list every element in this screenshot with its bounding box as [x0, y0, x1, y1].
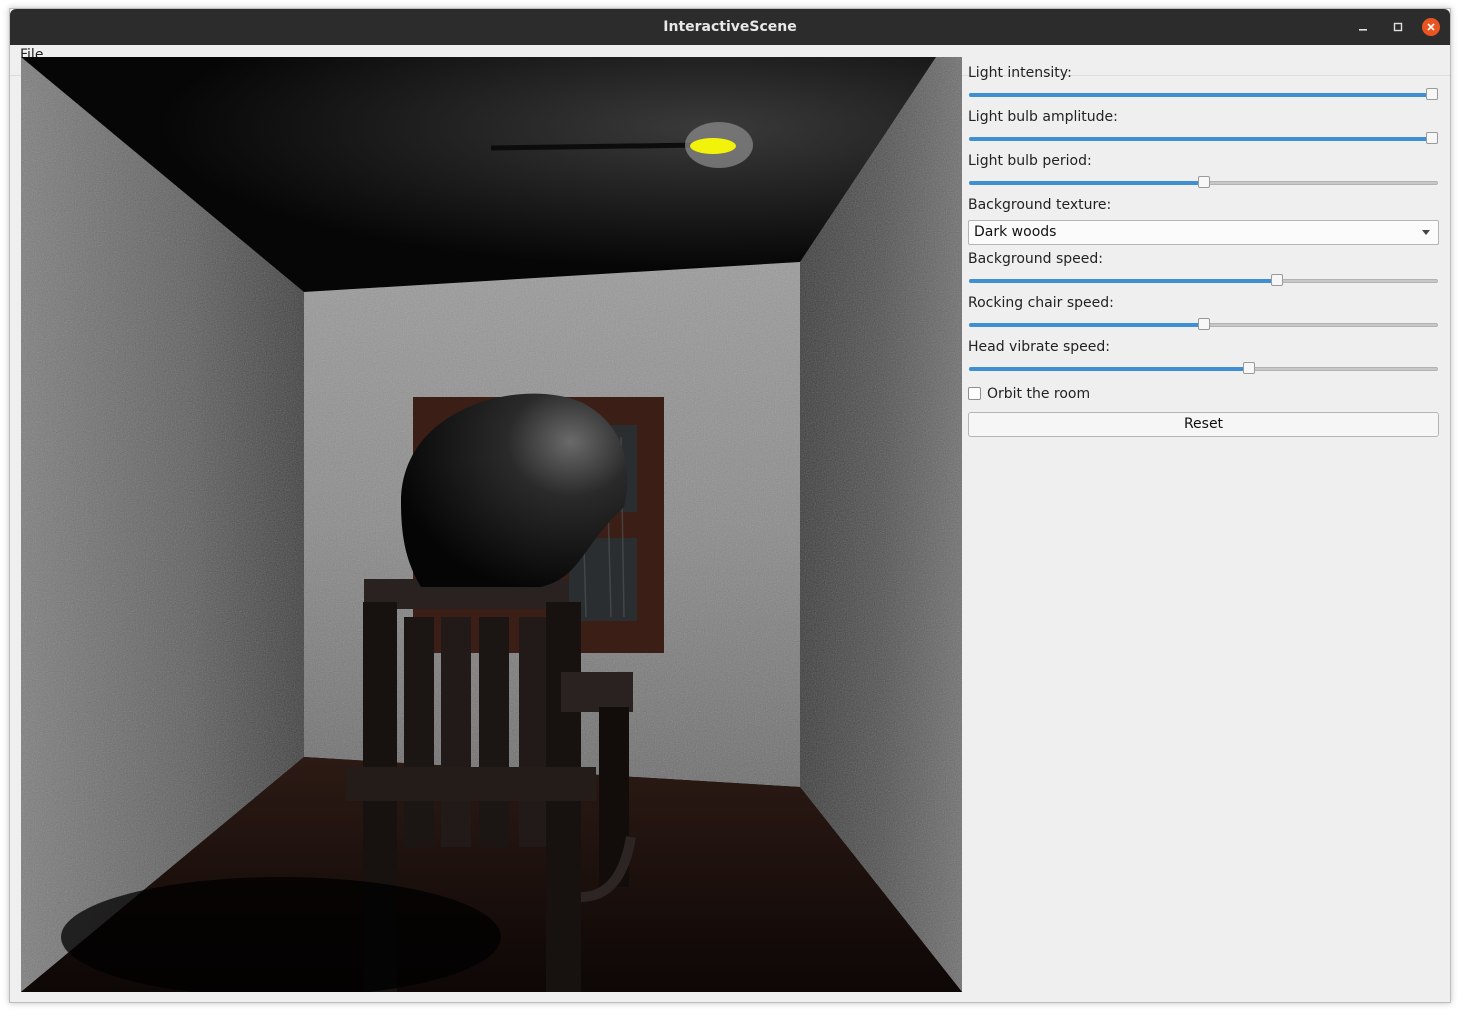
light-intensity-label: Light intensity:: [968, 65, 1072, 81]
light-bulb: [690, 138, 736, 154]
rocking-chair-speed-slider[interactable]: [969, 318, 1438, 332]
orbit-checkbox[interactable]: [968, 387, 981, 400]
slider-handle[interactable]: [1270, 274, 1283, 286]
background-speed-slider[interactable]: [969, 274, 1438, 288]
rocking-chair-speed-label: Rocking chair speed:: [968, 295, 1114, 311]
head-vibrate-speed-label: Head vibrate speed:: [968, 339, 1111, 355]
slider-handle[interactable]: [1426, 88, 1438, 100]
background-texture-value: Dark woods: [974, 224, 1057, 240]
slider-handle[interactable]: [1197, 318, 1210, 330]
close-icon[interactable]: [1422, 18, 1440, 36]
bulb-period-slider[interactable]: [969, 176, 1438, 190]
app-window: InteractiveScene File Light intensity: L…: [9, 8, 1451, 1003]
scene-viewport[interactable]: [21, 57, 962, 997]
bulb-period-label: Light bulb period:: [968, 153, 1092, 169]
slider-handle[interactable]: [1197, 176, 1210, 188]
chevron-down-icon: [1422, 230, 1430, 235]
maximize-icon[interactable]: [1389, 18, 1407, 36]
light-intensity-slider[interactable]: [969, 88, 1438, 102]
background-texture-select[interactable]: Dark woods: [968, 220, 1439, 245]
title-bar[interactable]: InteractiveScene: [10, 9, 1450, 45]
window-title: InteractiveScene: [663, 19, 797, 35]
slider-handle[interactable]: [1426, 132, 1438, 144]
light-cord: [490, 142, 702, 151]
bulb-amplitude-slider[interactable]: [969, 132, 1438, 146]
background-speed-label: Background speed:: [968, 251, 1103, 267]
orbit-label[interactable]: Orbit the room: [987, 386, 1090, 402]
reset-button[interactable]: Reset: [968, 412, 1439, 437]
slider-handle[interactable]: [1243, 362, 1256, 374]
bulb-amplitude-label: Light bulb amplitude:: [968, 109, 1118, 125]
minimize-icon[interactable]: [1354, 18, 1372, 36]
background-texture-label: Background texture:: [968, 197, 1112, 213]
head-vibrate-speed-slider[interactable]: [969, 362, 1438, 376]
